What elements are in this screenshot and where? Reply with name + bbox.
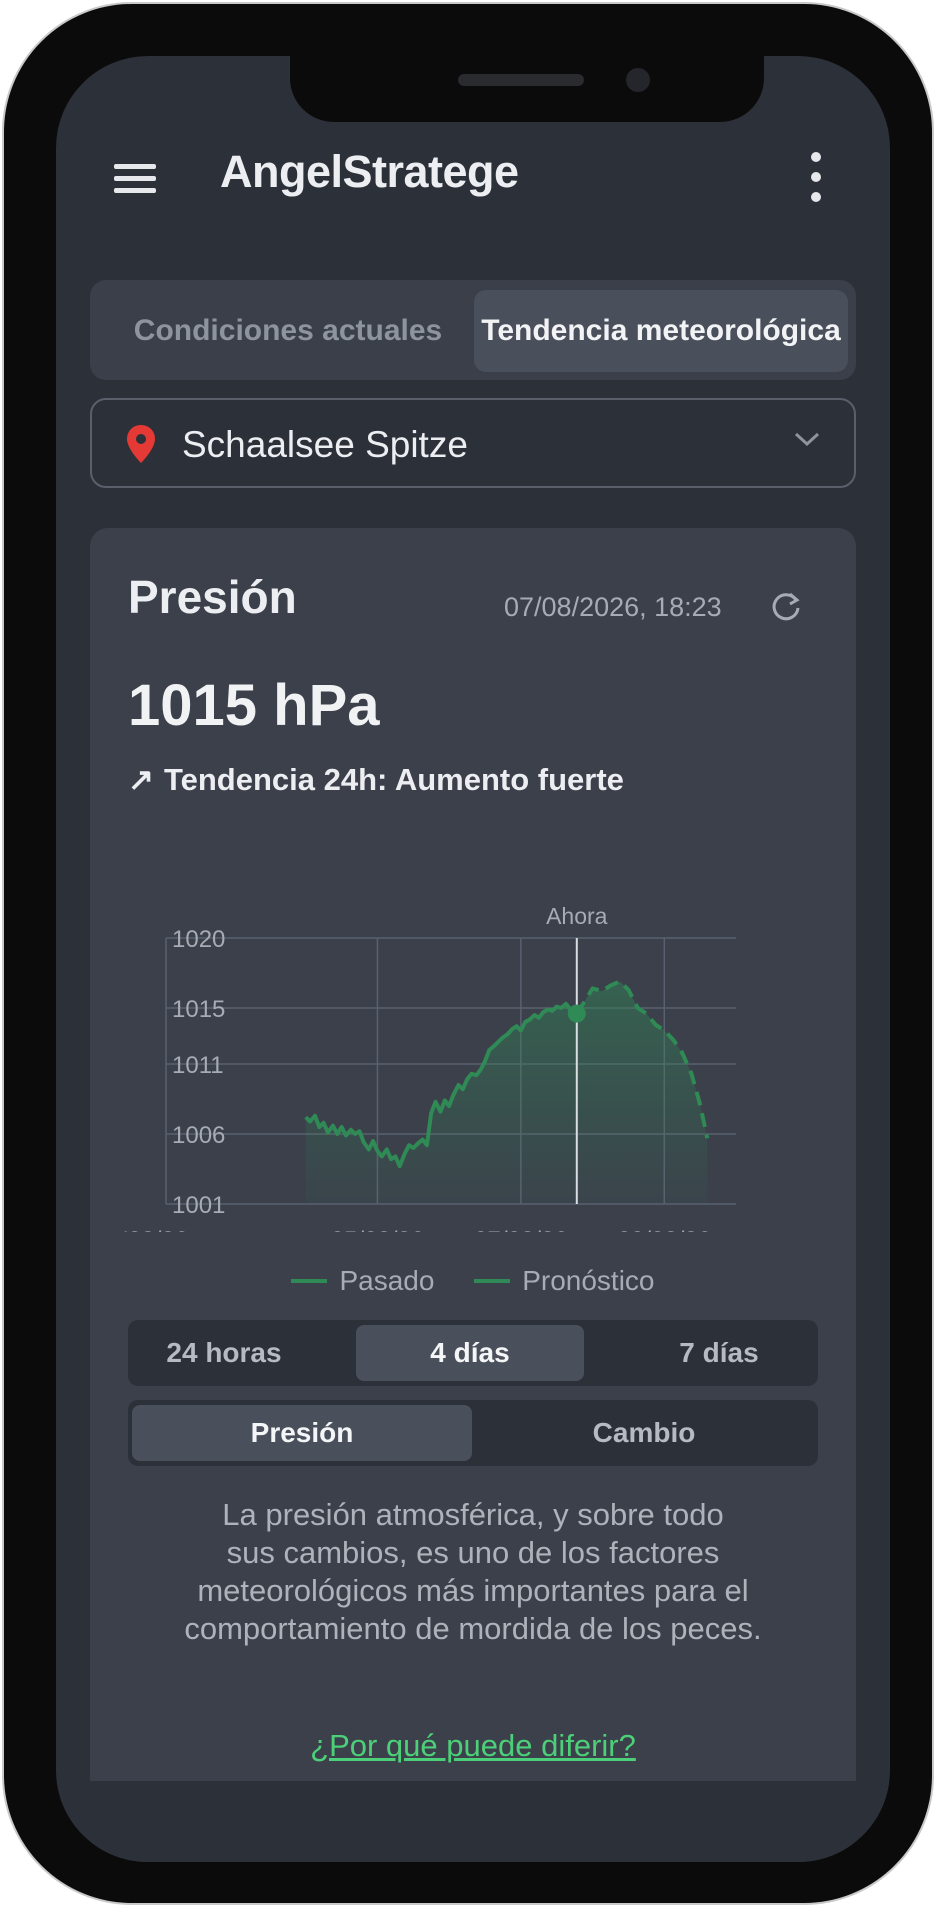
range-7d-button[interactable]: 7 días bbox=[628, 1325, 810, 1381]
chevron-down-icon bbox=[794, 432, 820, 447]
timestamp: 07/08/2026, 18:23 bbox=[504, 592, 722, 622]
x-tick-label: '08/26 bbox=[124, 1227, 188, 1232]
range-selector: 24 horas 4 días 7 días bbox=[128, 1320, 818, 1386]
location-select[interactable]: Schaalsee Spitze bbox=[90, 398, 856, 488]
y-tick-label: 1001 bbox=[172, 1192, 225, 1219]
range-4d-button[interactable]: 4 días bbox=[356, 1325, 584, 1381]
y-tick-label: 1011 bbox=[172, 1052, 224, 1079]
speaker bbox=[458, 74, 584, 86]
description-line: comportamiento de mordida de los peces. bbox=[184, 1611, 762, 1646]
app-screen: AngelStratege Condiciones actuales Tende… bbox=[56, 56, 890, 1862]
range-24h-button[interactable]: 24 horas bbox=[134, 1325, 314, 1381]
refresh-icon[interactable] bbox=[768, 588, 804, 624]
now-label: Ahora bbox=[546, 903, 608, 929]
mode-selector: Presión Cambio bbox=[128, 1400, 818, 1466]
mode-change-button[interactable]: Cambio bbox=[474, 1405, 814, 1461]
app-title: AngelStratege bbox=[220, 146, 519, 197]
mode-pressure-button[interactable]: Presión bbox=[132, 1405, 472, 1461]
legend-forecast-label: Pronóstico bbox=[522, 1265, 655, 1296]
view-tabs: Condiciones actuales Tendencia meteoroló… bbox=[90, 280, 856, 380]
x-tick-label: 09/08/26 bbox=[618, 1227, 711, 1232]
y-tick-label: 1015 bbox=[172, 996, 225, 1023]
location-name: Schaalsee Spitze bbox=[182, 424, 468, 465]
description-line: sus cambios, es uno de los factores bbox=[226, 1535, 720, 1570]
more-icon[interactable] bbox=[804, 152, 828, 202]
legend-past: Pasado bbox=[291, 1265, 434, 1297]
bottom-area bbox=[56, 1781, 890, 1862]
why-differ-link[interactable]: ¿Por qué puede diferir? bbox=[90, 1728, 856, 1764]
trend-text: Tendencia 24h: Aumento fuerte bbox=[163, 762, 624, 797]
y-tick-label: 1020 bbox=[172, 926, 225, 953]
description: La presión atmosférica, y sobre todo sus… bbox=[128, 1496, 818, 1648]
pressure-value: 1015 hPa bbox=[128, 673, 380, 738]
legend-forecast: Pronóstico bbox=[474, 1265, 655, 1297]
legend-past-label: Pasado bbox=[339, 1265, 435, 1296]
x-tick-label: 07/08/26 bbox=[474, 1227, 567, 1232]
menu-icon[interactable] bbox=[112, 158, 158, 198]
trend-up-icon: ↗ bbox=[128, 762, 154, 797]
description-line: La presión atmosférica, y sobre todo bbox=[222, 1497, 724, 1532]
tab-current-conditions[interactable]: Condiciones actuales bbox=[98, 290, 478, 372]
tab-weather-trend[interactable]: Tendencia meteorológica bbox=[474, 290, 848, 372]
chart-legend: Pasado Pronóstico bbox=[90, 1258, 856, 1298]
card-title: Presión bbox=[128, 571, 297, 623]
camera bbox=[626, 68, 650, 92]
x-tick-label: 05/08/26 bbox=[331, 1227, 424, 1232]
y-tick-label: 1006 bbox=[172, 1122, 225, 1149]
location-pin-icon bbox=[127, 425, 155, 463]
pressure-chart: 1001 1006 1011 1015 1020 '08/26 05/08/26 07/08/… bbox=[124, 903, 736, 1232]
area-fill bbox=[305, 981, 708, 1204]
description-line: meteorológicos más importantes para el bbox=[197, 1573, 749, 1608]
legend-forecast-swatch bbox=[474, 1279, 511, 1283]
phone-frame: AngelStratege Condiciones actuales Tende… bbox=[2, 2, 934, 1905]
now-marker bbox=[567, 1004, 586, 1023]
pressure-card: Presión 07/08/2026, 18:23 1015 hPa ↗ Tend… bbox=[90, 528, 856, 1862]
legend-past-swatch bbox=[291, 1279, 328, 1283]
trend-summary: ↗ Tendencia 24h: Aumento fuerte bbox=[128, 762, 624, 798]
notch bbox=[290, 56, 764, 122]
